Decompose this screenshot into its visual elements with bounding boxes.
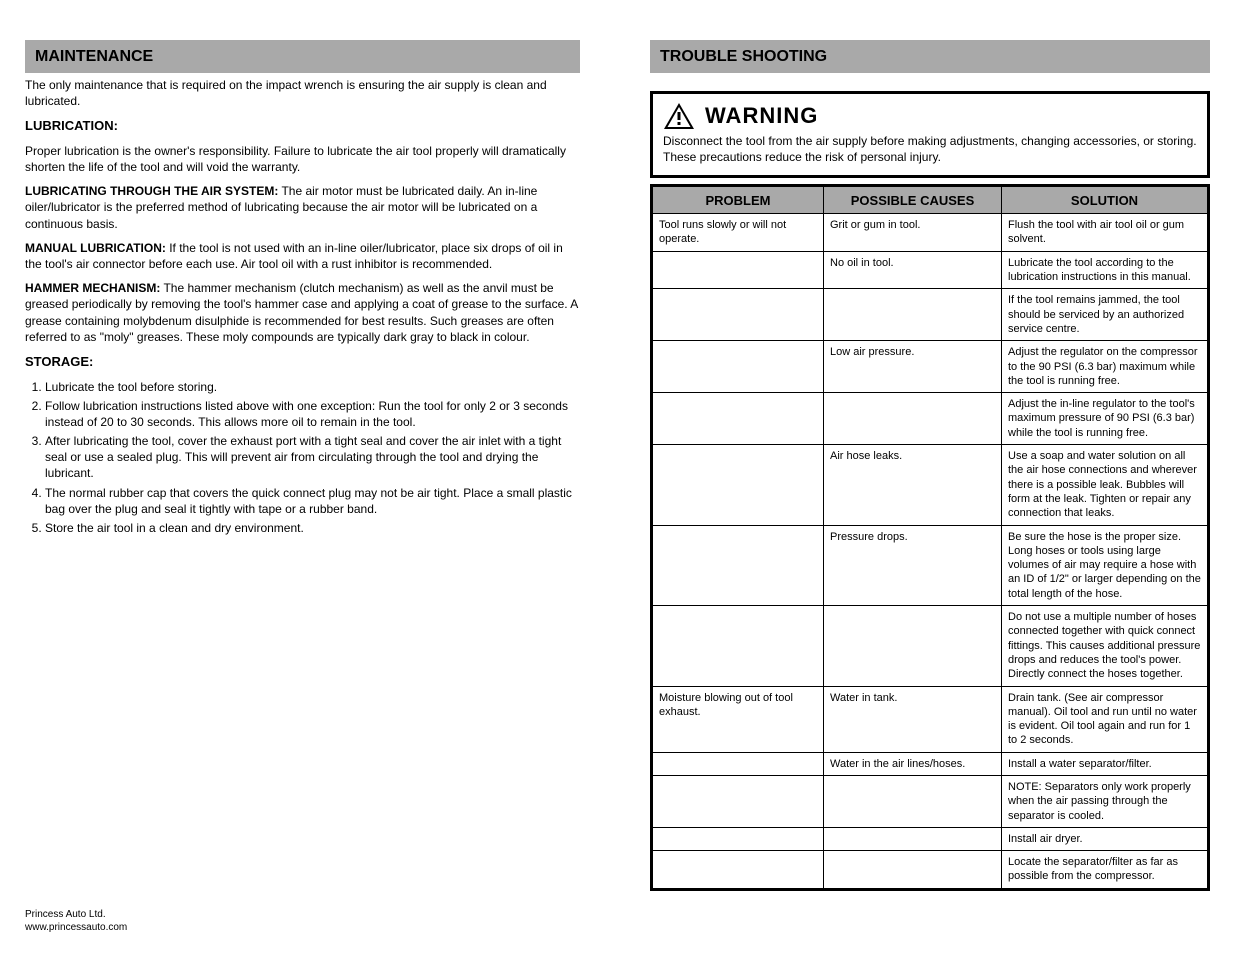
table-row: No oil in tool.Lubricate the tool accord… (652, 251, 1209, 289)
table-cell: Grit or gum in tool. (824, 214, 1002, 252)
table-row: Adjust the in-line regulator to the tool… (652, 393, 1209, 445)
table-cell: Be sure the hose is the proper size. Lon… (1002, 525, 1209, 605)
footer-company: Princess Auto Ltd. (25, 908, 127, 921)
table-cell (824, 289, 1002, 341)
list-item: The normal rubber cap that covers the qu… (45, 485, 580, 517)
table-cell: Locate the separator/filter as far as po… (1002, 851, 1209, 890)
warning-body: Disconnect the tool from the air supply … (663, 134, 1197, 165)
table-row: Pressure drops.Be sure the hose is the p… (652, 525, 1209, 605)
col-causes: POSSIBLE CAUSES (824, 186, 1002, 214)
lube-through-air: LUBRICATING THROUGH THE AIR SYSTEM: The … (25, 183, 580, 232)
table-cell (652, 445, 824, 525)
table-row: Low air pressure.Adjust the regulator on… (652, 341, 1209, 393)
table-row: Do not use a multiple number of hoses co… (652, 606, 1209, 686)
table-cell (824, 393, 1002, 445)
table-cell (824, 606, 1002, 686)
table-row: Install air dryer. (652, 827, 1209, 850)
storage-title: STORAGE: (25, 353, 580, 371)
table-cell: No oil in tool. (824, 251, 1002, 289)
list-item: Store the air tool in a clean and dry en… (45, 520, 580, 536)
table-cell (652, 393, 824, 445)
table-row: If the tool remains jammed, the tool sho… (652, 289, 1209, 341)
table-cell: Lubricate the tool according to the lubr… (1002, 251, 1209, 289)
table-cell (824, 851, 1002, 890)
table-cell (652, 752, 824, 775)
col-problem: PROBLEM (652, 186, 824, 214)
table-cell: Install a water separator/filter. (1002, 752, 1209, 775)
list-item: Follow lubrication instructions listed a… (45, 398, 580, 430)
table-cell (652, 851, 824, 890)
table-cell (652, 827, 824, 850)
table-cell: Pressure drops. (824, 525, 1002, 605)
table-cell: Low air pressure. (824, 341, 1002, 393)
troubleshooting-table: PROBLEM POSSIBLE CAUSES SOLUTION Tool ru… (650, 184, 1210, 891)
table-row: Water in the air lines/hoses.Install a w… (652, 752, 1209, 775)
table-cell (824, 827, 1002, 850)
lubrication-title: LUBRICATION: (25, 117, 580, 135)
maintenance-header: MAINTENANCE (25, 40, 580, 73)
storage-list: Lubricate the tool before storing. Follow… (45, 379, 580, 537)
table-cell: Adjust the in-line regulator to the tool… (1002, 393, 1209, 445)
table-cell: Water in the air lines/hoses. (824, 752, 1002, 775)
table-cell: Drain tank. (See air compressor manual).… (1002, 686, 1209, 752)
table-cell: Flush the tool with air tool oil or gum … (1002, 214, 1209, 252)
table-cell: Moisture blowing out of tool exhaust. (652, 686, 824, 752)
hammer-mechanism: HAMMER MECHANISM: The hammer mechanism (… (25, 280, 580, 345)
table-cell: If the tool remains jammed, the tool sho… (1002, 289, 1209, 341)
warning-box: WARNING Disconnect the tool from the air… (650, 91, 1210, 178)
table-cell: Air hose leaks. (824, 445, 1002, 525)
table-row: Tool runs slowly or will not operate.Gri… (652, 214, 1209, 252)
table-row: Moisture blowing out of tool exhaust.Wat… (652, 686, 1209, 752)
table-cell: Water in tank. (824, 686, 1002, 752)
footer-site: www.princessauto.com (25, 921, 127, 934)
table-cell (652, 251, 824, 289)
table-cell: Install air dryer. (1002, 827, 1209, 850)
table-cell (652, 289, 824, 341)
table-row: Air hose leaks.Use a soap and water solu… (652, 445, 1209, 525)
list-item: Lubricate the tool before storing. (45, 379, 580, 395)
list-item: After lubricating the tool, cover the ex… (45, 433, 580, 482)
manual-lubrication: MANUAL LUBRICATION: If the tool is not u… (25, 240, 580, 272)
table-cell: Do not use a multiple number of hoses co… (1002, 606, 1209, 686)
table-cell: NOTE: Separators only work properly when… (1002, 775, 1209, 827)
table-cell: Use a soap and water solution on all the… (1002, 445, 1209, 525)
col-solution: SOLUTION (1002, 186, 1209, 214)
maintenance-intro: The only maintenance that is required on… (25, 77, 580, 109)
table-cell: Adjust the regulator on the compressor t… (1002, 341, 1209, 393)
table-cell (652, 525, 824, 605)
table-cell (652, 606, 824, 686)
table-cell (652, 341, 824, 393)
warning-icon (663, 102, 695, 130)
troubleshooting-header: TROUBLE SHOOTING (650, 40, 1210, 73)
warning-label: WARNING (705, 103, 818, 129)
table-cell: Tool runs slowly or will not operate. (652, 214, 824, 252)
lubrication-intro: Proper lubrication is the owner's respon… (25, 143, 580, 175)
table-row: Locate the separator/filter as far as po… (652, 851, 1209, 890)
table-cell (652, 775, 824, 827)
footer: Princess Auto Ltd. www.princessauto.com (25, 908, 127, 934)
table-row: NOTE: Separators only work properly when… (652, 775, 1209, 827)
table-cell (824, 775, 1002, 827)
